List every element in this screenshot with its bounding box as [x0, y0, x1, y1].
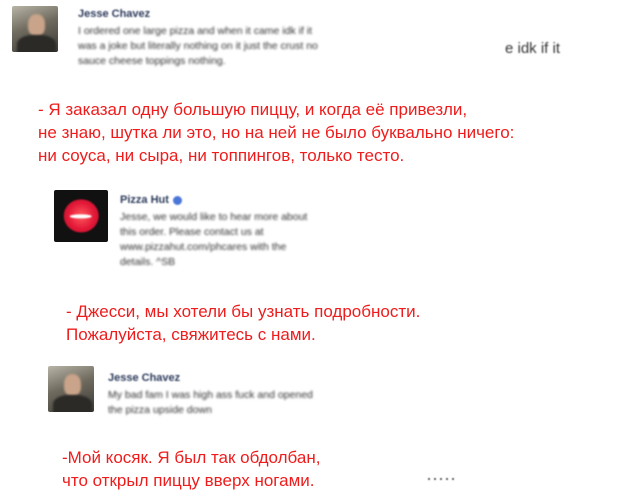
author-name[interactable]: Jesse Chavez	[78, 8, 150, 20]
comment-text: Jesse, we would like to hear more about …	[120, 211, 308, 268]
avatar-body	[52, 394, 92, 412]
cropped-comment-fragment: e idk if it	[505, 40, 561, 57]
avatar-jesse-chavez[interactable]	[48, 366, 94, 412]
translation-3: -Мой косяк. Я был так обдолбан, что откр…	[62, 448, 321, 490]
author-name[interactable]: Pizza Hut	[120, 194, 169, 206]
avatar-face	[63, 374, 82, 397]
pizza-hut-logo-icon	[63, 199, 99, 233]
avatar-body	[16, 34, 56, 52]
divider-dots	[428, 478, 458, 480]
author-name[interactable]: Jesse Chavez	[108, 372, 180, 384]
avatar-pizza-hut[interactable]	[54, 190, 108, 242]
avatar-face	[27, 14, 46, 37]
comment-text: I ordered one large pizza and when it ca…	[78, 25, 318, 67]
translation-2: - Джесси, мы хотели бы узнать подробност…	[66, 302, 421, 344]
verified-badge-icon	[172, 195, 182, 205]
avatar-jesse-chavez[interactable]	[12, 6, 58, 52]
comment-text: My bad fam I was high ass fuck and opene…	[108, 389, 313, 416]
author-name-row[interactable]: Pizza Hut	[120, 194, 182, 206]
translation-1: - Я заказал одну большую пиццу, и когда …	[38, 100, 515, 165]
